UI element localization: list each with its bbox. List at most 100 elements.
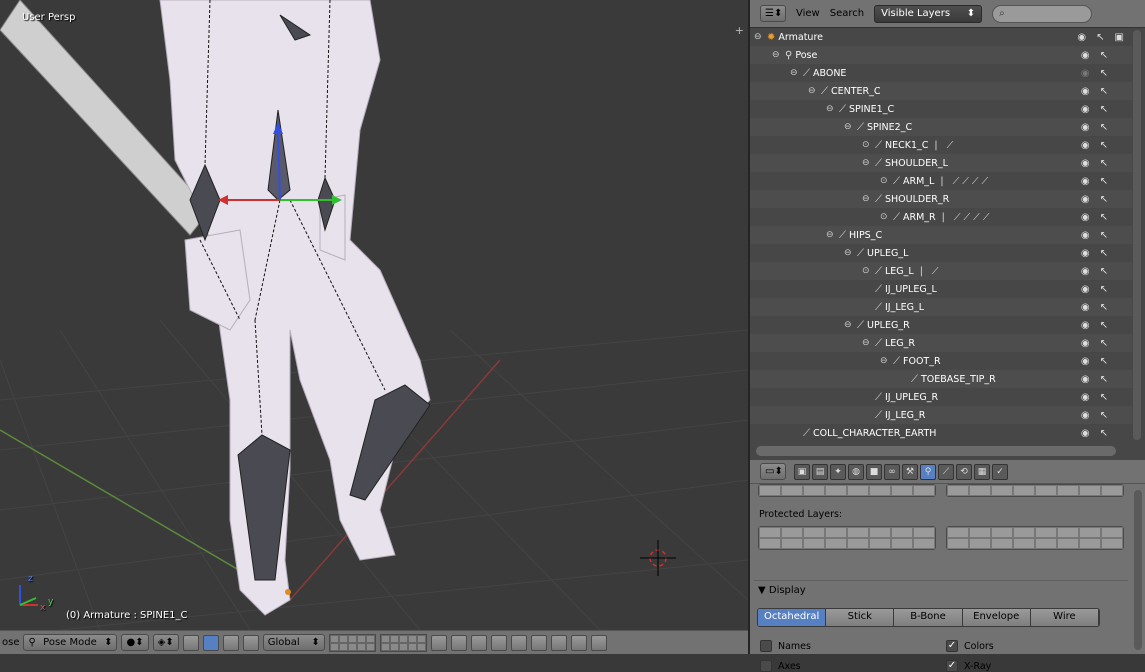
render-tab-icon[interactable]: ▣ <box>794 463 810 480</box>
outliner-row[interactable]: ⟋ COLL_CHARACTER_EARTH ◉ ↖ <box>750 424 1132 442</box>
outliner-row[interactable]: ⊖ ⟋ CENTER_C ◉ ↖ <box>750 82 1132 100</box>
layer-buttons-b[interactable] <box>379 633 427 652</box>
expand-toggle-icon[interactable]: ⊖ <box>844 122 854 132</box>
selectable-arrow-icon[interactable]: ↖ <box>1100 374 1108 385</box>
editor-type-icon[interactable]: ▭⬍ <box>760 463 786 480</box>
texture-tab-icon[interactable]: ▦ <box>974 463 990 480</box>
render-anim-icon[interactable] <box>530 634 547 651</box>
outliner-row[interactable]: ⊖ ⟋ FOOT_R ◉ ↖ <box>750 352 1132 370</box>
axes-box[interactable] <box>760 660 772 672</box>
selectable-arrow-icon[interactable]: ↖ <box>1100 176 1108 187</box>
outliner-row[interactable]: ⊙ ⟋ NECK1_C | ⟋ ◉ ↖ <box>750 136 1132 154</box>
axes-checkbox[interactable]: Axes <box>760 660 801 672</box>
expand-toggle-icon[interactable]: ⊙ <box>862 266 872 276</box>
pivot-point-button[interactable]: ◈ ⬍ <box>152 634 179 651</box>
display-header[interactable]: ▼ Display <box>754 581 1128 596</box>
xray-checkbox[interactable]: ✓ X-Ray <box>946 660 991 672</box>
expand-toggle-icon[interactable]: ⊖ <box>880 356 890 366</box>
child-bones-icons[interactable]: | ⟋⟋⟋⟋ <box>940 176 991 187</box>
selectable-arrow-icon[interactable]: ↖ <box>1100 392 1108 403</box>
layer-buttons-a[interactable] <box>328 633 376 652</box>
viewport-shading-button[interactable]: ● ⬍ <box>121 634 149 651</box>
selectable-arrow-icon[interactable]: ↖ <box>1100 428 1108 439</box>
visibility-eye-icon[interactable]: ◉ <box>1081 374 1090 385</box>
paste-flipped-pose-icon[interactable] <box>590 634 607 651</box>
visibility-eye-icon[interactable]: ◉ <box>1081 86 1090 97</box>
menu-search[interactable]: Search <box>830 8 864 19</box>
selectable-arrow-icon[interactable]: ↖ <box>1100 356 1108 367</box>
outliner-row[interactable]: ⊖ ⚲ Pose ◉ ↖ <box>750 46 1132 64</box>
selectable-arrow-icon[interactable]: ↖ <box>1100 248 1108 259</box>
selectable-arrow-icon[interactable]: ↖ <box>1100 158 1108 169</box>
display-mode-stick-button[interactable]: Stick <box>826 609 895 626</box>
object-tab-icon[interactable]: ■ <box>866 463 882 480</box>
copy-pose-icon[interactable] <box>550 634 567 651</box>
selectable-arrow-icon[interactable]: ↖ <box>1100 140 1108 151</box>
outliner-row[interactable]: ⊖ ⟋ UPLEG_R ◉ ↖ <box>750 316 1132 334</box>
visibility-eye-icon[interactable]: ◉ <box>1077 32 1086 43</box>
visibility-eye-icon[interactable]: ◉ <box>1081 248 1090 259</box>
constraints-tab-icon[interactable]: ∞ <box>884 463 900 480</box>
visibility-eye-icon[interactable]: ◉ <box>1081 68 1090 79</box>
selectable-arrow-icon[interactable]: ↖ <box>1096 32 1104 43</box>
outliner-row[interactable]: ⊖ ⟋ ABONE ◉ ↖ <box>750 64 1132 82</box>
expand-toggle-icon[interactable]: ⊙ <box>880 176 890 186</box>
selectable-arrow-icon[interactable]: ↖ <box>1100 212 1108 223</box>
search-input[interactable]: ⌕ <box>992 4 1093 23</box>
bone-constraints-tab-icon[interactable]: ⟲ <box>956 463 972 480</box>
child-bones-icons[interactable]: | ⟋⟋⟋⟋ <box>942 212 993 223</box>
outliner-row[interactable]: ⊙ ⟋ ARM_R | ⟋⟋⟋⟋ ◉ ↖ <box>750 208 1132 226</box>
visibility-eye-icon[interactable]: ◉ <box>1081 104 1090 115</box>
proportional-edit-icon[interactable] <box>450 634 467 651</box>
visibility-eye-icon[interactable]: ◉ <box>1081 140 1090 151</box>
child-bones-icons[interactable]: | ⟋ <box>920 266 942 277</box>
outliner-row[interactable]: ⊙ ⟋ ARM_L | ⟋⟋⟋⟋ ◉ ↖ <box>750 172 1132 190</box>
outliner-row[interactable]: ⊖ ⟋ HIPS_C ◉ ↖ <box>750 226 1132 244</box>
armature-layers-b[interactable] <box>946 484 1124 497</box>
selectable-arrow-icon[interactable]: ↖ <box>1100 50 1108 61</box>
expand-toolshelf-icon[interactable]: + <box>735 24 744 37</box>
outliner-row[interactable]: ⊙ ⟋ LEG_L | ⟋ ◉ ↖ <box>750 262 1132 280</box>
snap-icon[interactable] <box>470 634 487 651</box>
colors-checkbox[interactable]: ✓ Colors <box>946 640 994 652</box>
selectable-arrow-icon[interactable]: ↖ <box>1100 122 1108 133</box>
rotate-manipulator-icon[interactable] <box>222 634 239 651</box>
selectable-arrow-icon[interactable]: ↖ <box>1100 104 1108 115</box>
selectable-arrow-icon[interactable]: ↖ <box>1100 302 1108 313</box>
modifiers-tab-icon[interactable]: ⚒ <box>902 463 918 480</box>
armature-data-tab-icon[interactable]: ⚲ <box>920 463 936 480</box>
xray-box[interactable]: ✓ <box>946 660 958 672</box>
outliner-row[interactable]: ⟋ IJ_UPLEG_L ◉ ↖ <box>750 280 1132 298</box>
visibility-eye-icon[interactable]: ◉ <box>1081 194 1090 205</box>
visibility-eye-icon[interactable]: ◉ <box>1081 158 1090 169</box>
expand-toggle-icon[interactable]: ⊖ <box>862 158 872 168</box>
visibility-eye-icon[interactable]: ◉ <box>1081 410 1090 421</box>
names-box[interactable] <box>760 640 772 652</box>
visibility-eye-icon[interactable]: ◉ <box>1081 176 1090 187</box>
outliner-row[interactable]: ⟋ IJ_LEG_L ◉ ↖ <box>750 298 1132 316</box>
physics-tab-icon[interactable]: ✓ <box>992 463 1008 480</box>
outliner-row[interactable]: ⊖ ⟋ SHOULDER_L ◉ ↖ <box>750 154 1132 172</box>
outliner-row[interactable]: ⊖ ⟋ SHOULDER_R ◉ ↖ <box>750 190 1132 208</box>
layers-tab-icon[interactable]: ▤ <box>812 463 828 480</box>
translate-manipulator-icon[interactable] <box>202 634 219 651</box>
scale-manipulator-icon[interactable] <box>242 634 259 651</box>
display-mode-wire-button[interactable]: Wire <box>1030 609 1099 626</box>
display-mode-bbone-button[interactable]: B-Bone <box>894 609 963 626</box>
display-filter-select[interactable]: Visible Layers ⬍ <box>874 4 983 23</box>
world-tab-icon[interactable]: ◍ <box>848 463 864 480</box>
mode-selector[interactable]: ⚲ Pose Mode ⬍ <box>23 634 118 651</box>
outliner-row[interactable]: ⊖ ⟋ UPLEG_L ◉ ↖ <box>750 244 1132 262</box>
outliner-row[interactable]: ⊖ ⟋ SPINE2_C ◉ ↖ <box>750 118 1132 136</box>
visibility-eye-icon[interactable]: ◉ <box>1081 392 1090 403</box>
protected-layers-b[interactable] <box>946 526 1124 550</box>
expand-toggle-icon[interactable]: ⊙ <box>880 212 890 222</box>
selectable-arrow-icon[interactable]: ↖ <box>1100 338 1108 349</box>
expand-toggle-icon[interactable]: ⊖ <box>862 194 872 204</box>
display-mode-envelope-button[interactable]: Envelope <box>962 609 1031 626</box>
child-bones-icons[interactable]: | ⟋ <box>934 140 956 151</box>
outliner-row[interactable]: ⊖ ✹ Armature ◉ ↖ ▣ <box>750 28 1132 46</box>
expand-toggle-icon[interactable]: ⊖ <box>826 230 836 240</box>
expand-toggle-icon[interactable]: ⊖ <box>790 68 800 78</box>
scene-tab-icon[interactable]: ✦ <box>830 463 846 480</box>
